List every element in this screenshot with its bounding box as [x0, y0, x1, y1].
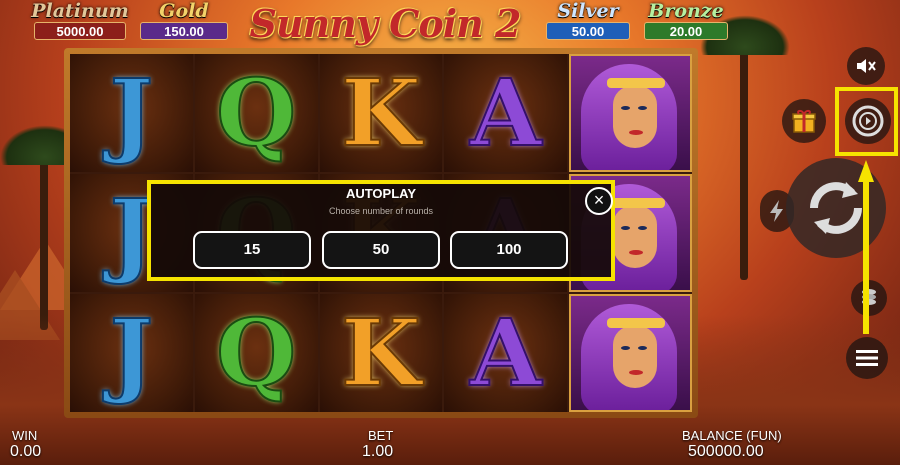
gift-button[interactable] — [782, 99, 826, 143]
reel-cell — [569, 54, 692, 172]
sound-toggle-button[interactable] — [847, 47, 885, 85]
reel-cell: J — [70, 294, 193, 412]
jackpot-bronze: Bronze 20.00 — [640, 0, 732, 42]
reel-cell: Q — [194, 54, 318, 172]
autoplay-rounds-100-button[interactable]: 100 — [450, 231, 568, 269]
jackpot-silver: Silver 50.00 — [542, 0, 634, 42]
pointer-arrow-icon — [858, 160, 874, 334]
symbol-j: J — [109, 59, 155, 167]
reel-cell: Q — [194, 294, 318, 412]
autoplay-rounds-50-button[interactable]: 50 — [322, 231, 440, 269]
autoplay-subtitle: Choose number of rounds — [328, 206, 434, 216]
palm-tree-right — [700, 15, 790, 280]
jackpot-silver-value: 50.00 — [546, 22, 630, 40]
reel-cell: K — [319, 294, 443, 412]
close-icon[interactable]: × — [585, 187, 613, 215]
jackpot-silver-name: Silver — [557, 0, 619, 22]
reel-cell — [569, 294, 692, 412]
reel-cell: A — [444, 54, 568, 172]
speaker-muted-icon — [857, 59, 876, 73]
status-bar: WIN 0.00 BET 1.00 BALANCE (FUN) 500000.0… — [0, 422, 900, 465]
autoplay-highlight-box — [835, 87, 898, 156]
symbol-k: K — [340, 59, 422, 167]
jackpot-gold-value: 150.00 — [140, 22, 228, 40]
queen-symbol — [571, 56, 690, 170]
balance-value: 500000.00 — [688, 443, 764, 460]
autoplay-rounds-15-button[interactable]: 15 — [193, 231, 311, 269]
reel-cell: A — [444, 294, 568, 412]
hamburger-menu-icon — [856, 350, 878, 366]
symbol-k: K — [340, 299, 422, 407]
jackpot-bronze-name: Bronze — [648, 0, 724, 22]
jackpot-platinum: Platinum 5000.00 — [30, 0, 130, 42]
palm-tree-left — [0, 125, 90, 330]
jackpot-platinum-name: Platinum — [31, 0, 129, 22]
bet-value: 1.00 — [362, 443, 394, 460]
bet-label: BET — [368, 428, 394, 443]
jackpot-bronze-value: 20.00 — [644, 22, 728, 40]
autoplay-dialog: AUTOPLAY Choose number of rounds × 15 50… — [147, 180, 615, 281]
gift-icon — [792, 110, 816, 133]
symbol-a: A — [469, 59, 542, 167]
reel-cell: J — [70, 54, 193, 172]
menu-button[interactable] — [846, 337, 888, 379]
symbol-q: Q — [215, 299, 297, 407]
game-logo: Sunny Coin 2 — [249, 1, 522, 46]
win-value: 0.00 — [10, 443, 42, 460]
lightning-icon — [770, 200, 783, 222]
jackpot-gold-name: Gold — [159, 0, 209, 22]
symbol-a: A — [469, 299, 542, 407]
jackpot-platinum-value: 5000.00 — [34, 22, 126, 40]
symbol-j: J — [109, 299, 155, 407]
win-label: WIN — [12, 428, 38, 443]
queen-symbol — [571, 296, 690, 410]
jackpot-gold: Gold 150.00 — [136, 0, 232, 42]
reel-cell: K — [319, 54, 443, 172]
balance-label: BALANCE (FUN) — [682, 428, 782, 443]
autoplay-title: AUTOPLAY — [345, 186, 417, 201]
symbol-q: Q — [215, 59, 297, 167]
